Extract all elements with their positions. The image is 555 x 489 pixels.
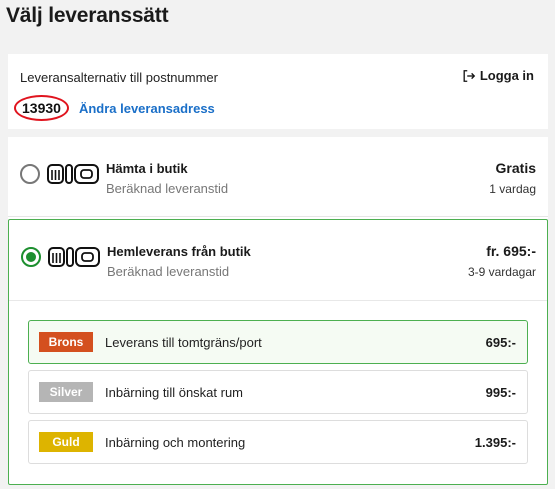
postcode-card: Leveransalternativ till postnummer Logga…	[8, 54, 548, 129]
postcode-value: 13930	[14, 95, 69, 121]
option-home-delivery[interactable]: Hemleverans från butik Beräknad leverans…	[8, 219, 548, 485]
postcode-label: Leveransalternativ till postnummer	[20, 70, 218, 85]
mio-logo	[48, 247, 100, 267]
option-delivery-time: 3-9 vardagar	[467, 265, 536, 279]
option-radio-pickup[interactable]	[20, 164, 40, 184]
sub-option-label: Leverans till tomtgräns/port	[105, 335, 262, 350]
option-subtitle: Beräknad leveranstid	[107, 264, 230, 279]
sub-option-guld[interactable]: Guld Inbärning och montering 1.395:-	[28, 420, 528, 464]
login-label: Logga in	[479, 68, 534, 83]
sub-option-silver[interactable]: Silver Inbärning till önskat rum 995:-	[28, 370, 528, 414]
option-title: Hemleverans från butik	[107, 244, 251, 259]
divider	[9, 300, 547, 301]
tier-badge-silver: Silver	[39, 382, 93, 402]
delivery-options: Hämta i butik Beräknad leveranstid Grati…	[8, 137, 548, 485]
page-title: Välj leveranssätt	[6, 4, 169, 27]
change-address-link[interactable]: Ändra leveransadress	[79, 101, 215, 116]
tier-badge-brons: Brons	[39, 332, 93, 352]
sub-option-price: 695:-	[485, 335, 516, 350]
sub-option-label: Inbärning och montering	[105, 435, 246, 450]
sub-option-label: Inbärning till önskat rum	[105, 385, 244, 400]
sub-option-price: 995:-	[485, 385, 516, 400]
option-price: Gratis	[495, 160, 536, 176]
tier-badge-guld: Guld	[39, 432, 93, 452]
logout-arrow-icon	[463, 69, 476, 82]
mio-logo	[47, 164, 99, 184]
option-subtitle: Beräknad leveranstid	[106, 181, 229, 196]
sub-option-price: 1.395:-	[474, 435, 516, 450]
option-radio-home-delivery[interactable]	[21, 247, 41, 267]
option-pickup[interactable]: Hämta i butik Beräknad leveranstid Grati…	[8, 137, 548, 217]
sub-option-brons[interactable]: Brons Leverans till tomtgräns/port 695:-	[28, 320, 528, 364]
option-delivery-time: 1 vardag	[489, 182, 536, 196]
option-price: fr. 695:-	[486, 243, 536, 259]
option-title: Hämta i butik	[106, 161, 188, 176]
login-button[interactable]: Logga in	[462, 68, 534, 83]
